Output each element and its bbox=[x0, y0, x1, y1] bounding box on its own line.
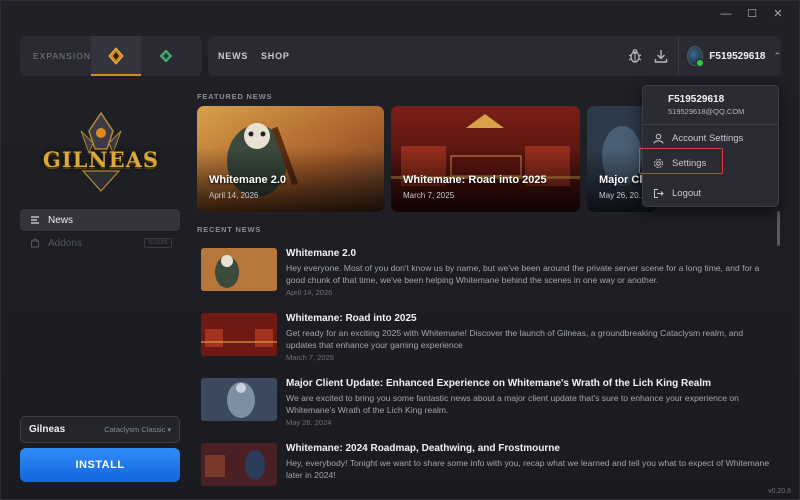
news-thumbnail bbox=[201, 248, 277, 291]
news-date: May 26, 2024 bbox=[286, 418, 332, 427]
soon-badge: SOON bbox=[144, 238, 172, 248]
logout-icon bbox=[654, 188, 664, 198]
dropdown-user-name: F519529618 bbox=[668, 94, 725, 105]
chevron-down-icon: ▾ bbox=[167, 426, 171, 434]
game-logo: GILNEAS bbox=[41, 109, 161, 195]
settings-highlight-box bbox=[639, 148, 723, 174]
realm-select[interactable]: Gilneas Cataclysm Classic ▾ bbox=[20, 416, 180, 443]
realm-expansion: Cataclysm Classic bbox=[104, 425, 166, 434]
sidebar-item-label: Addons bbox=[48, 237, 82, 249]
user-icon bbox=[653, 133, 664, 144]
news-title: Whitemane: 2024 Roadmap, Deathwing, and … bbox=[286, 443, 560, 454]
divider bbox=[643, 124, 778, 125]
user-menu-toggle[interactable]: F519529618 ⌃ bbox=[678, 36, 781, 76]
chevron-up-icon: ⌃ bbox=[773, 50, 781, 61]
recent-news-label: RECENT NEWS bbox=[197, 225, 262, 234]
download-icon[interactable] bbox=[652, 47, 670, 65]
version-label: v0.20.8 bbox=[768, 488, 791, 495]
nav-shop[interactable]: SHOP bbox=[261, 51, 290, 61]
news-date: April 14, 2026 bbox=[286, 288, 333, 297]
expansion-tab-wotlk[interactable] bbox=[141, 36, 191, 76]
wotlk-icon bbox=[160, 50, 172, 62]
featured-date: March 7, 2025 bbox=[403, 191, 455, 200]
minimize-button[interactable]: — bbox=[713, 7, 739, 21]
expansions-label: EXPANSIONS bbox=[33, 51, 98, 61]
sidebar-item-news[interactable]: News bbox=[20, 209, 180, 231]
realm-name: Gilneas bbox=[29, 424, 66, 435]
cataclysm-icon bbox=[108, 47, 124, 65]
featured-date: April 14, 2026 bbox=[209, 191, 259, 200]
logo-text: GILNEAS bbox=[42, 147, 160, 172]
nav-news[interactable]: NEWS bbox=[218, 51, 248, 61]
sidebar-item-addons: Addons SOON bbox=[20, 232, 180, 254]
news-title: Whitemane: Road into 2025 bbox=[286, 313, 417, 324]
featured-title: Whitemane 2.0 bbox=[209, 174, 287, 186]
box-icon bbox=[31, 238, 39, 248]
bug-icon[interactable] bbox=[626, 47, 644, 65]
avatar bbox=[687, 46, 705, 67]
news-thumbnail bbox=[201, 378, 277, 421]
maximize-button[interactable]: ☐ bbox=[739, 7, 765, 21]
menu-item-account-settings[interactable]: Account Settings bbox=[651, 128, 771, 148]
window-controls: — ☐ ✕ bbox=[713, 7, 791, 21]
news-date: March 7, 2025 bbox=[286, 353, 334, 362]
sidebar-item-label: News bbox=[48, 214, 74, 226]
featured-card-2[interactable]: Whitemane: Road into 2025 March 7, 2025 bbox=[391, 106, 580, 212]
news-thumbnail bbox=[201, 313, 277, 356]
news-thumbnail bbox=[201, 443, 277, 486]
user-dropdown: F519529618 519529618@QQ.COM Account Sett… bbox=[642, 85, 779, 207]
featured-date: May 26, 20... bbox=[599, 191, 646, 200]
content-scrollbar[interactable] bbox=[777, 211, 780, 246]
news-title: Major Client Update: Enhanced Experience… bbox=[286, 378, 712, 389]
launcher-window: — ☐ ✕ EXPANSIONS NEWS SHOP F519529618 ⌃ … bbox=[0, 0, 800, 500]
install-button[interactable]: INSTALL bbox=[20, 448, 180, 482]
news-body: We are excited to bring you some fantast… bbox=[286, 393, 739, 415]
news-item[interactable]: Whitemane 2.0 Hey everyone. Most of you … bbox=[201, 248, 771, 308]
list-icon bbox=[31, 216, 39, 224]
close-button[interactable]: ✕ bbox=[765, 7, 791, 21]
dropdown-user-email: 519529618@QQ.COM bbox=[668, 107, 745, 116]
menu-item-label: Logout bbox=[672, 187, 702, 199]
featured-title: Whitemane: Road into 2025 bbox=[403, 174, 547, 186]
news-title: Whitemane 2.0 bbox=[286, 248, 357, 259]
featured-news-label: FEATURED NEWS bbox=[197, 92, 273, 101]
news-item[interactable]: Major Client Update: Enhanced Experience… bbox=[201, 378, 771, 438]
news-body: Hey everyone. Most of you don't know us … bbox=[286, 263, 760, 285]
featured-card-1[interactable]: Whitemane 2.0 April 14, 2026 bbox=[197, 106, 384, 212]
news-body: Get ready for an exciting 2025 with Whit… bbox=[286, 328, 744, 350]
user-name: F519529618 bbox=[709, 50, 766, 62]
menu-item-label: Account Settings bbox=[672, 132, 744, 144]
news-item[interactable]: Whitemane: 2024 Roadmap, Deathwing, and … bbox=[201, 443, 771, 499]
news-item[interactable]: Whitemane: Road into 2025 Get ready for … bbox=[201, 313, 771, 373]
main-topbar: NEWS SHOP F519529618 ⌃ bbox=[208, 36, 781, 76]
expansion-tab-cataclysm[interactable] bbox=[91, 36, 141, 76]
expansions-bar: EXPANSIONS bbox=[20, 36, 202, 76]
news-body: Hey, everybody! Tonight we want to share… bbox=[286, 458, 770, 480]
menu-item-logout[interactable]: Logout bbox=[651, 183, 771, 203]
